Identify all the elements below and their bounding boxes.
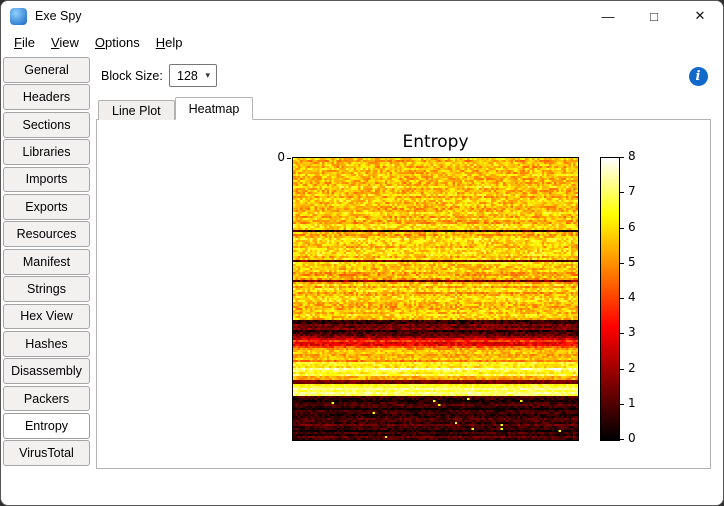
colorbar-tick-mark — [620, 333, 624, 335]
sidebar-item-disassembly[interactable]: Disassembly — [3, 358, 90, 385]
heatmap-frame — [292, 157, 579, 441]
info-button[interactable]: i — [686, 64, 710, 88]
colorbar-tick-label: 5 — [628, 254, 636, 269]
figure-title: Entropy — [402, 132, 469, 152]
sidebar-item-entropy[interactable]: Entropy — [3, 413, 90, 439]
block-size-value: 128 — [177, 68, 198, 83]
sidebar-item-virustotal[interactable]: VirusTotal — [3, 440, 90, 467]
menu-help[interactable]: Help — [148, 33, 191, 52]
sidebar-item-imports[interactable]: Imports — [3, 166, 90, 193]
colorbar-tick-label: 6 — [628, 219, 636, 234]
colorbar-tick-mark — [620, 298, 624, 299]
menu-view[interactable]: View — [43, 33, 87, 52]
colorbar-tick-label: 7 — [628, 184, 636, 199]
colorbar-tick-mark — [620, 157, 624, 158]
colorbar-frame — [600, 157, 620, 441]
info-icon: i — [688, 66, 708, 86]
sidebar-item-exports[interactable]: Exports — [3, 193, 90, 220]
main-content: Block Size: 128 ▾ i Line Plot Heatmap Ent… — [93, 53, 723, 505]
title-bar: Exe Spy — □ ✕ — [1, 1, 723, 31]
colorbar-tick-mark — [620, 192, 624, 194]
sidebar-item-resources[interactable]: Resources — [3, 221, 90, 248]
menu-bar: File View Options Help — [1, 31, 723, 54]
colorbar-tick-mark — [620, 368, 624, 370]
app-icon — [10, 7, 27, 25]
menu-options[interactable]: Options — [87, 33, 148, 52]
colorbar-canvas — [601, 158, 619, 440]
sidebar-item-sections[interactable]: Sections — [3, 111, 90, 138]
block-size-label: Block Size: — [101, 69, 163, 83]
menu-file[interactable]: File — [6, 33, 43, 52]
sidebar-item-general[interactable]: General — [3, 57, 90, 83]
colorbar-ticks: 0 1 2 3 4 5 6 7 8 — [620, 149, 654, 445]
sidebar-item-libraries[interactable]: Libraries — [3, 139, 90, 165]
close-icon[interactable]: ✕ — [677, 1, 723, 31]
block-size-select[interactable]: 128 ▾ — [169, 64, 217, 87]
colorbar-tick-mark — [620, 403, 624, 405]
sidebar-item-hashes[interactable]: Hashes — [3, 330, 90, 357]
tab-heatmap[interactable]: Heatmap — [174, 97, 254, 120]
plot-pane: Entropy 0 0 1 2 3 4 5 6 7 8 — [96, 119, 711, 469]
colorbar-tick-label: 3 — [628, 325, 636, 340]
sidebar-item-hex-view[interactable]: Hex View — [3, 303, 90, 330]
y-tick-mark — [287, 157, 291, 159]
colorbar-tick-mark — [620, 262, 624, 264]
colorbar-tick-mark — [620, 439, 624, 440]
minimize-icon[interactable]: — — [585, 1, 631, 31]
sidebar-item-packers[interactable]: Packers — [3, 385, 90, 412]
sidebar-item-headers[interactable]: Headers — [3, 84, 90, 111]
sidebar-item-manifest[interactable]: Manifest — [3, 248, 90, 275]
sidebar: General Headers Sections Libraries Imports Ex… — [3, 57, 90, 467]
plot-tabbar: Line Plot Heatmap — [98, 97, 254, 120]
maximize-icon[interactable]: □ — [631, 1, 677, 31]
chevron-down-icon: ▾ — [205, 70, 210, 80]
window-title: Exe Spy — [35, 9, 82, 23]
colorbar-tick-label: 0 — [628, 431, 636, 445]
window-controls: — □ ✕ — [585, 1, 723, 31]
sidebar-item-strings[interactable]: Strings — [3, 276, 90, 302]
heatmap-canvas — [293, 158, 578, 440]
tab-line-plot[interactable]: Line Plot — [98, 100, 175, 120]
colorbar-tick-label: 1 — [628, 395, 636, 410]
colorbar-tick-label: 2 — [628, 360, 636, 375]
colorbar-tick-label: 8 — [628, 149, 636, 163]
colorbar-tick-mark — [620, 227, 624, 229]
colorbar-tick-label: 4 — [628, 290, 636, 304]
app-window: Exe Spy — □ ✕ File View Options Help Genera… — [0, 0, 724, 506]
y-tick-label: 0 — [277, 150, 285, 164]
